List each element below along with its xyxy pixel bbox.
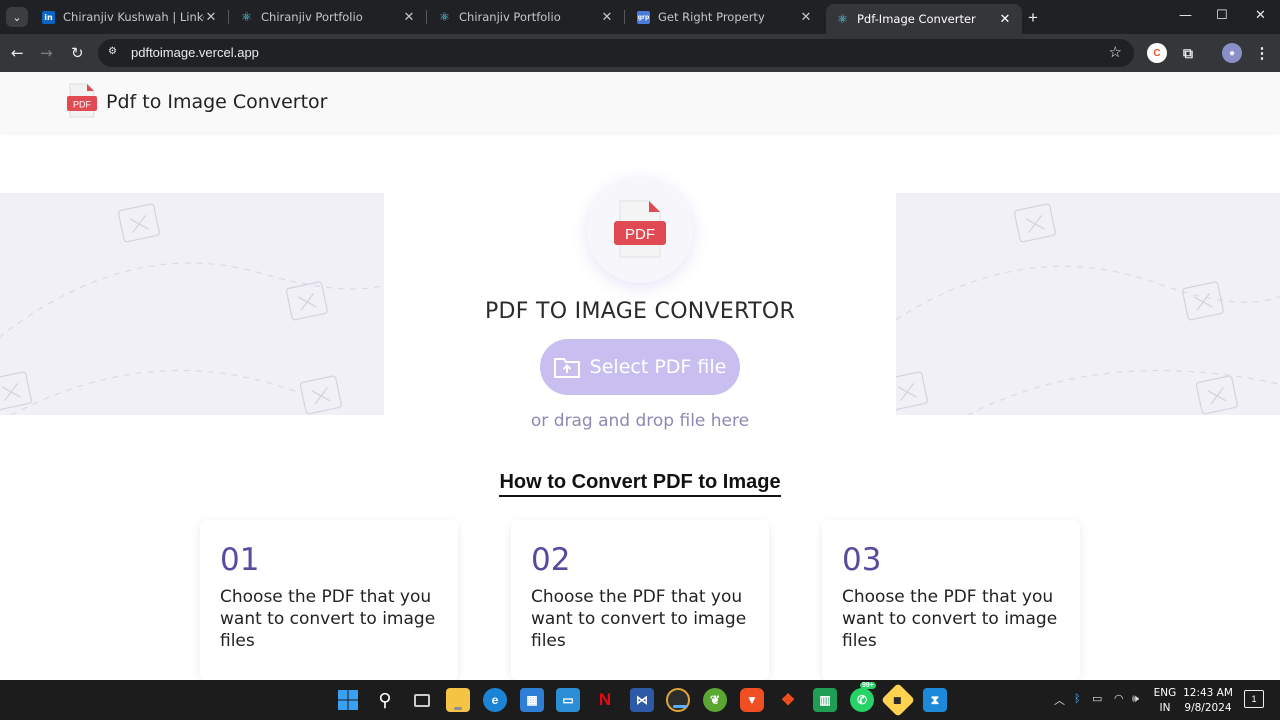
address-bar[interactable]: ⚙ pdftoimage.vercel.app ☆ [98, 39, 1134, 67]
step-card: 02 Choose the PDF that you want to conve… [511, 520, 769, 680]
notification-count: 1 [1251, 694, 1257, 704]
step-description: Choose the PDF that you want to convert … [531, 587, 747, 651]
search-icon[interactable]: ⚲ [373, 688, 397, 712]
react-icon: ⚛ [837, 12, 848, 26]
clock-time: 12:43 AM [1183, 687, 1233, 699]
volume-icon[interactable]: 🕪 [1132, 692, 1139, 706]
new-tab-button[interactable]: + [1028, 8, 1038, 28]
step-number: 03 [842, 542, 882, 578]
tab-label: Pdf-Image Converter [857, 12, 976, 26]
task-view-icon[interactable] [410, 688, 434, 712]
step-card: 03 Choose the PDF that you want to conve… [822, 520, 1080, 680]
step-description: Choose the PDF that you want to convert … [842, 587, 1058, 651]
select-pdf-button[interactable]: Select PDF file [540, 339, 740, 395]
brand-title: Pdf to Image Convertor [106, 91, 328, 113]
app-icon[interactable]: ▭ [556, 688, 580, 712]
app-icon[interactable]: ▥ [813, 688, 837, 712]
browser-tab-strip: ⌄ in Chiranjiv Kushwah | LinkedIn ✕ ⚛ Ch… [0, 0, 1280, 34]
step-description: Choose the PDF that you want to convert … [220, 587, 436, 651]
linkedin-icon: in [42, 10, 55, 24]
tray-overflow-icon[interactable]: ︿ [1054, 692, 1065, 708]
store-icon[interactable]: ▦ [520, 688, 544, 712]
taskbar: ⚲ e ▦ ▭ N ⋈ ❦ ▼ ❖ ▥ ✆ 99+ ◆ ⧗ ︿ ᛒ ▭ ◠ 🕪 … [0, 680, 1280, 720]
tab-label: Chiranjiv Kushwah | LinkedIn [63, 10, 204, 24]
browser-toolbar: ← → ↻ ⚙ pdftoimage.vercel.app ☆ C ⧉ ● ⋮ [0, 34, 1280, 72]
how-to-heading: How to Convert PDF to Image [0, 471, 1280, 497]
windows-start-icon[interactable] [336, 688, 360, 712]
grp-icon: grp [637, 10, 650, 24]
language-indicator[interactable]: ENG IN [1152, 686, 1178, 716]
menu-kebab-icon[interactable]: ⋮ [1252, 43, 1272, 63]
window-close-button[interactable]: ✕ [1255, 8, 1266, 23]
battery-icon[interactable]: ▭ [1092, 692, 1102, 705]
tab-portfolio-1[interactable]: ⚛ Chiranjiv Portfolio ✕ [230, 4, 427, 30]
step-card: 01 Choose the PDF that you want to conve… [200, 520, 458, 680]
pdf-logo-icon: PDF [67, 83, 97, 118]
page-content: PDF Pdf to Image Convertor PDF PDF TO IM… [0, 72, 1280, 680]
pdf-badge-text: PDF [73, 100, 92, 110]
wifi-icon[interactable]: ◠ [1114, 692, 1124, 705]
tab-get-right-property[interactable]: grp Get Right Property ✕ [627, 4, 823, 30]
step-number: 01 [220, 542, 260, 578]
back-button[interactable]: ← [11, 44, 24, 62]
url-text: pdftoimage.vercel.app [131, 45, 259, 60]
lang-line1: ENG [1153, 687, 1177, 699]
brave-icon[interactable]: ▼ [740, 688, 764, 712]
reload-button[interactable]: ↻ [71, 44, 84, 62]
close-icon[interactable]: ✕ [799, 10, 813, 25]
tab-label: Chiranjiv Portfolio [261, 10, 363, 24]
tab-linkedin[interactable]: in Chiranjiv Kushwah | LinkedIn ✕ [32, 4, 229, 30]
edge-icon[interactable]: e [483, 688, 507, 712]
drag-drop-hint: or drag and drop file here [530, 411, 750, 431]
react-icon: ⚛ [241, 10, 252, 24]
hero-pdf-circle: PDF [587, 177, 693, 283]
forward-button[interactable]: → [40, 44, 53, 62]
step-number: 02 [531, 542, 571, 578]
clock[interactable]: 12:43 AM 9/8/2024 [1180, 686, 1236, 716]
netflix-icon[interactable]: N [593, 688, 617, 712]
hero-title: PDF TO IMAGE CONVERTOR [484, 299, 796, 324]
tab-pdf-image-converter[interactable]: ⚛ Pdf-Image Converter ✕ [826, 4, 1022, 34]
extension-icon[interactable]: C [1147, 43, 1167, 63]
close-icon[interactable]: ✕ [600, 10, 614, 25]
app-icon[interactable]: ◆ [881, 683, 915, 717]
whatsapp-icon[interactable]: ✆ 99+ [850, 682, 876, 712]
app-icon[interactable]: ⋈ [630, 688, 654, 712]
pdf-file-icon: PDF [614, 200, 666, 258]
chrome-icon[interactable] [666, 688, 690, 712]
maximize-button[interactable]: ☐ [1216, 8, 1228, 23]
spring-icon[interactable]: ❦ [703, 688, 727, 712]
pdf-badge-text: PDF [625, 226, 655, 243]
tab-portfolio-2[interactable]: ⚛ Chiranjiv Portfolio ✕ [428, 4, 625, 30]
react-icon: ⚛ [439, 10, 450, 24]
file-explorer-icon[interactable] [446, 688, 470, 712]
site-info-icon[interactable]: ⚙ [108, 46, 120, 58]
bluetooth-icon[interactable]: ᛒ [1074, 692, 1081, 705]
site-header: PDF Pdf to Image Convertor [0, 72, 1280, 132]
folder-upload-icon [553, 358, 580, 378]
how-to-heading-text: How to Convert PDF to Image [499, 471, 781, 497]
notification-icon[interactable]: 1 [1244, 690, 1264, 708]
select-pdf-label: Select PDF file [589, 356, 727, 378]
minimize-button[interactable]: — [1179, 8, 1192, 23]
clock-date: 9/8/2024 [1184, 702, 1232, 714]
close-icon[interactable]: ✕ [204, 10, 218, 25]
lang-line2: IN [1159, 702, 1171, 714]
tab-label: Chiranjiv Portfolio [459, 10, 561, 24]
whatsapp-badge: 99+ [860, 682, 876, 689]
close-icon[interactable]: ✕ [998, 12, 1012, 27]
tab-label: Get Right Property [658, 10, 765, 24]
bookmark-star-icon[interactable]: ☆ [1109, 43, 1122, 61]
profile-avatar[interactable]: ● [1222, 43, 1242, 63]
vscode-icon[interactable]: ⧗ [923, 688, 947, 712]
tab-search-button[interactable]: ⌄ [6, 7, 28, 27]
figma-icon[interactable]: ❖ [776, 688, 800, 712]
extensions-puzzle-icon[interactable]: ⧉ [1178, 43, 1198, 63]
close-icon[interactable]: ✕ [402, 10, 416, 25]
